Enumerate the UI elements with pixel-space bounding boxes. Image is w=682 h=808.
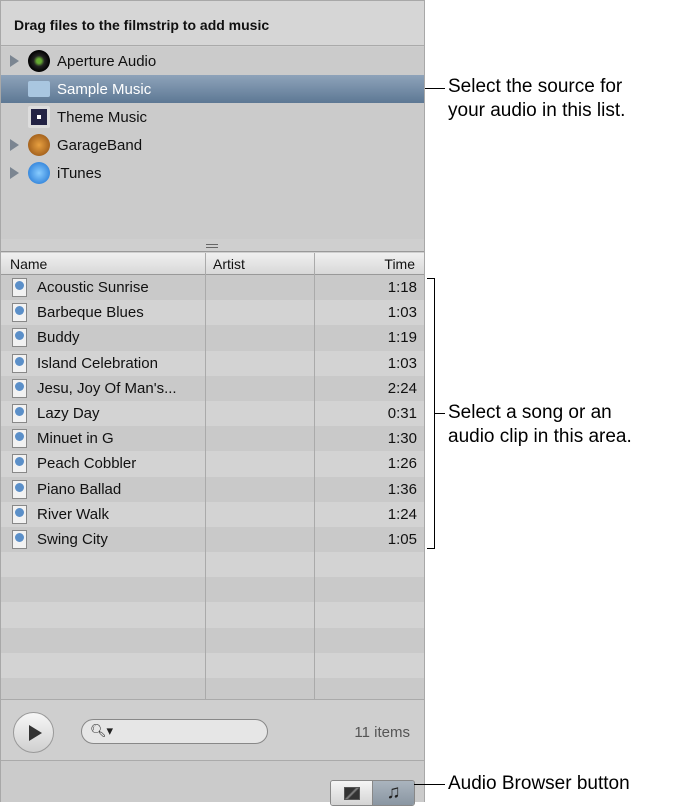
splitter-handle[interactable] [1,239,424,252]
audio-file-icon [12,303,27,323]
callout-line [425,88,445,89]
music-note-icon: ♫ [386,782,401,803]
song-row[interactable]: Piano Ballad 1:36 [1,476,424,502]
folder-icon [28,81,50,97]
aperture-icon [28,50,50,72]
panel-title: Drag files to the filmstrip to add music [1,1,424,46]
audio-file-icon [12,278,27,297]
source-item[interactable]: iTunes [1,159,424,187]
song-row[interactable]: Barbeque Blues 1:03 [1,300,424,326]
song-row[interactable]: Lazy Day 0:31 [1,400,424,427]
bottom-bar: ♫ [1,761,424,806]
column-name[interactable]: Name [10,256,47,272]
source-label: Theme Music [57,108,148,126]
empty-row [1,552,424,578]
empty-row [1,678,424,699]
disclosure-triangle-icon[interactable] [10,55,19,67]
audio-file-icon [12,429,27,449]
song-row[interactable]: River Walk 1:24 [1,501,424,527]
disclosure-triangle-icon[interactable] [10,167,19,179]
audio-browser-button[interactable]: ♫ [373,781,414,805]
column-divider [314,253,315,699]
browser-toggle: ♫ [330,780,415,806]
footer-bar: 🔍︎▾ 11 items [1,699,424,761]
source-item[interactable]: Aperture Audio [1,47,424,75]
empty-row [1,602,424,628]
source-list: Aperture Audio Sample Music Theme Music Gar… [1,47,424,239]
audio-file-icon [12,529,27,549]
itunes-icon [28,162,50,184]
song-row[interactable]: Island Celebration 1:03 [1,350,424,376]
search-input[interactable]: 🔍︎▾ [81,719,268,744]
callout-button: Audio Browser button [448,773,630,794]
source-item[interactable]: Sample Music [1,75,424,103]
photo-icon [343,786,360,800]
song-row[interactable]: Swing City 1:05 [1,526,424,553]
song-row[interactable]: Acoustic Sunrise 1:18 [1,275,424,301]
callout-songs: Select a song or an audio clip in this ar… [448,402,632,447]
item-count: 11 items [354,724,410,741]
source-item[interactable]: Theme Music [1,103,424,131]
audio-file-icon [12,328,27,348]
audio-file-icon [12,378,27,398]
audio-file-icon [12,454,27,474]
source-label: Sample Music [57,80,152,98]
audio-file-icon [12,353,27,373]
column-header: Name Artist Time [1,253,424,275]
callout-line [414,784,445,785]
column-artist[interactable]: Artist [213,256,245,272]
song-row[interactable]: Minuet in G 1:30 [1,426,424,452]
column-time[interactable]: Time [384,256,415,272]
disclosure-triangle-icon[interactable] [10,139,19,151]
theme-icon [28,106,50,128]
callout-source: Select the source for your audio in this … [448,76,626,121]
source-item[interactable]: GarageBand [1,131,424,159]
source-label: GarageBand [57,136,143,154]
song-row[interactable]: Buddy 1:19 [1,325,424,351]
source-label: iTunes [57,164,102,182]
photo-browser-button[interactable] [331,781,373,805]
guitar-icon [28,134,50,156]
source-label: Aperture Audio [57,52,157,70]
song-list: Acoustic Sunrise 1:18 Barbeque Blues 1:03 Bu… [1,275,424,699]
empty-row [1,577,424,603]
callout-line [435,413,445,414]
song-row[interactable]: Peach Cobbler 1:26 [1,451,424,477]
callout-bracket [427,278,435,549]
search-icon[interactable]: 🔍︎▾ [90,723,113,738]
song-row[interactable]: Jesu, Joy Of Man's... 2:24 [1,375,424,401]
audio-file-icon [12,504,27,524]
column-divider [205,253,206,699]
audio-file-icon [12,479,27,499]
audio-file-icon [12,403,27,423]
empty-row [1,627,424,653]
audio-browser-panel: Drag files to the filmstrip to add music… [0,0,425,806]
empty-row [1,652,424,678]
play-button[interactable] [13,712,54,753]
